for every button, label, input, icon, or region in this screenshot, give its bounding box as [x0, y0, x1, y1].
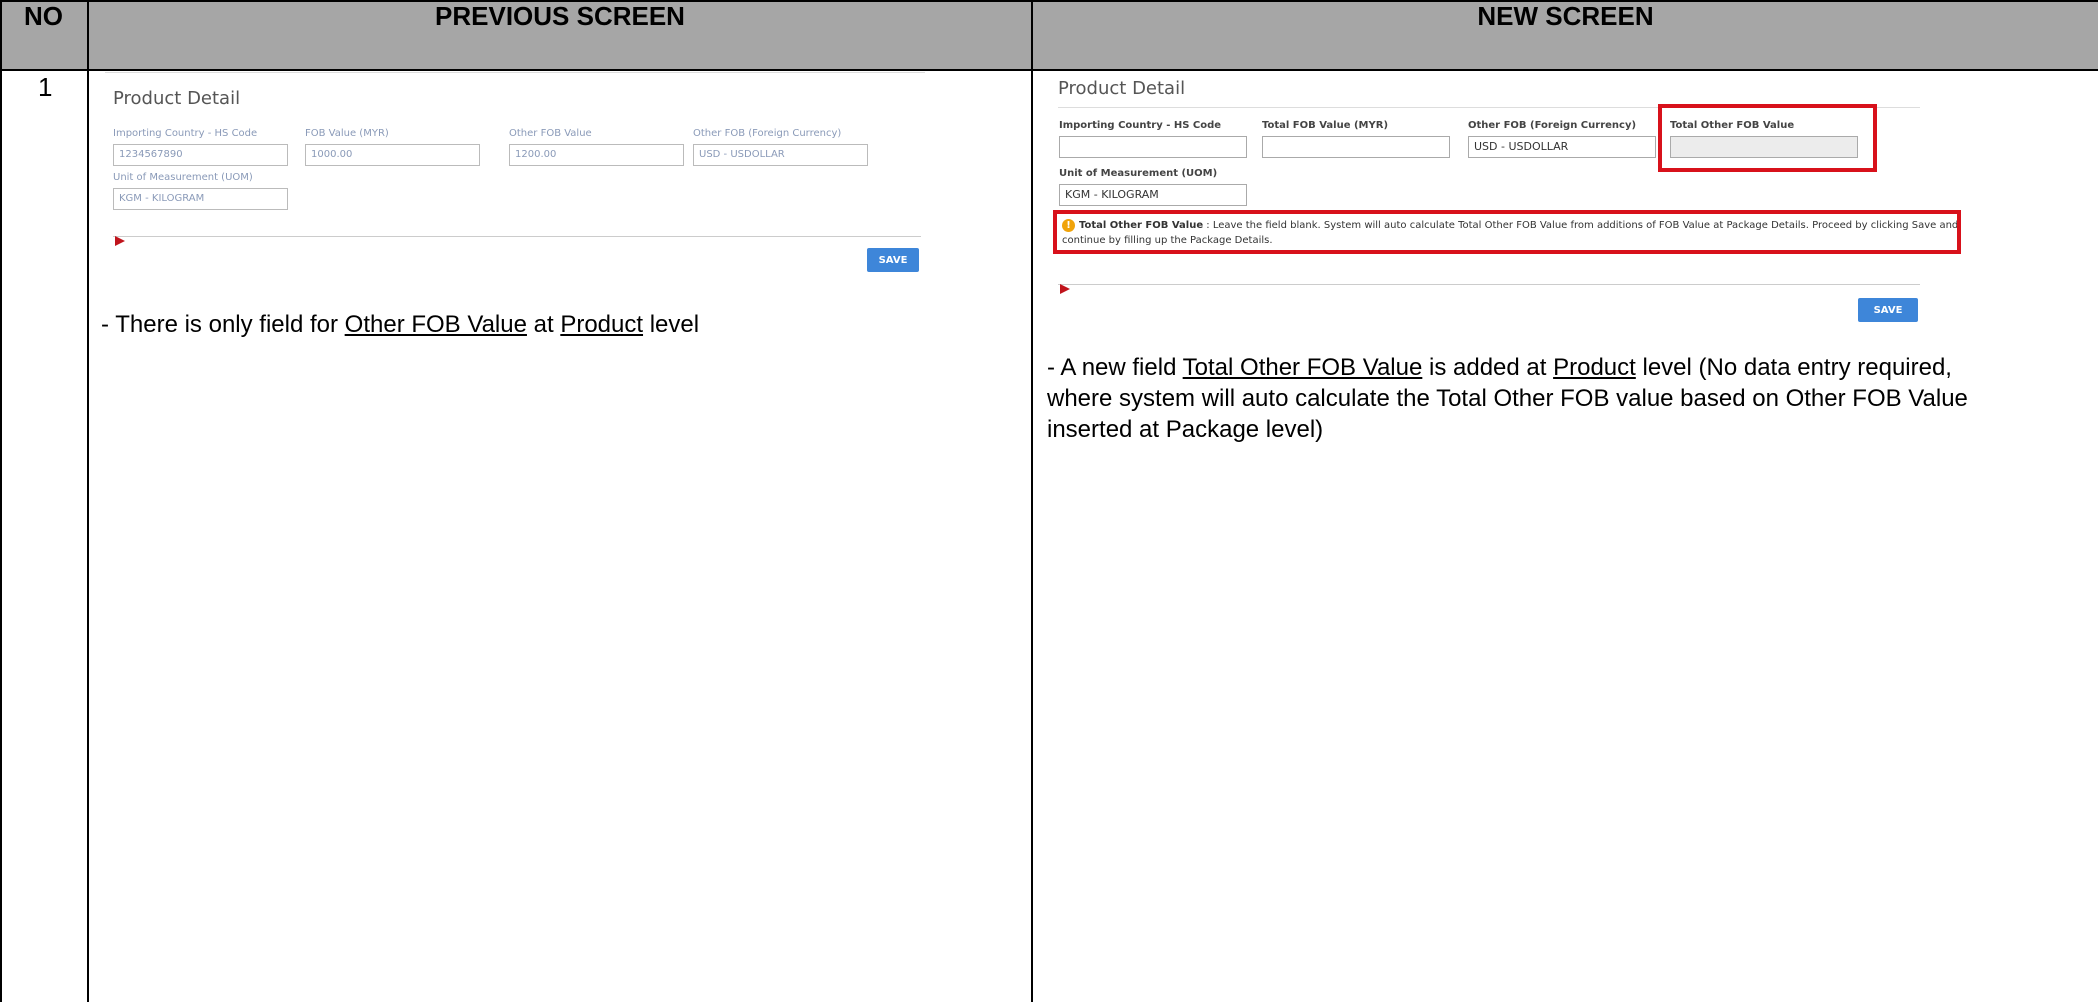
desc-line3: inserted at Package level): [1047, 416, 1324, 443]
hs-code-input[interactable]: [1059, 136, 1247, 158]
previous-description: - There is only field for Other FOB Valu…: [101, 309, 1011, 340]
desc-term-total-other-fob: Total Other FOB Value: [1182, 354, 1423, 381]
red-flag-icon: [1060, 284, 1070, 294]
desc-line2: where system will auto calculate the Tot…: [1047, 385, 1968, 412]
header-previous-label: PREVIOUS SCREEN: [435, 1, 685, 31]
panel-separator: [113, 236, 921, 237]
new-description: - A new field Total Other FOB Value is a…: [1047, 352, 2092, 445]
header-new: NEW SCREEN: [1033, 0, 2098, 69]
table-left-border: [0, 0, 2, 1002]
hs-code-label: Importing Country - HS Code: [113, 128, 258, 139]
column-divider-1: [87, 0, 89, 1002]
desc-mid: is added at: [1422, 354, 1554, 381]
previous-product-detail-panel: Product Detail Importing Country - HS Co…: [105, 72, 925, 282]
currency-select[interactable]: USD - USDOLLAR: [693, 144, 868, 166]
currency-label: Other FOB (Foreign Currency): [693, 128, 842, 139]
desc-term-product: Product: [560, 311, 644, 338]
uom-select[interactable]: KGM - KILOGRAM: [1059, 184, 1247, 206]
desc-suffix: level: [643, 311, 700, 338]
column-divider-2: [1031, 0, 1033, 1002]
fob-value-input[interactable]: 1000.00: [305, 144, 480, 166]
highlight-total-other-fob-field: [1658, 104, 1877, 172]
currency-select[interactable]: USD - USDOLLAR: [1468, 136, 1656, 158]
currency-label: Other FOB (Foreign Currency): [1468, 120, 1637, 131]
total-fob-value-input[interactable]: [1262, 136, 1450, 158]
uom-label: Unit of Measurement (UOM): [1059, 168, 1218, 179]
other-fob-value-input[interactable]: 1200.00: [509, 144, 684, 166]
panel-separator: [1058, 284, 1920, 285]
desc-mid: at: [526, 311, 561, 338]
panel-title: Product Detail: [1058, 78, 1186, 99]
save-button[interactable]: SAVE: [1858, 298, 1918, 322]
panel-top-line: [105, 72, 925, 73]
red-flag-icon: [115, 236, 125, 246]
comparison-table: NO PREVIOUS SCREEN NEW SCREEN 1 Product …: [0, 0, 2098, 1002]
save-button[interactable]: SAVE: [867, 248, 919, 272]
hs-code-input[interactable]: 1234567890: [113, 144, 288, 166]
new-product-detail-panel: Product Detail Importing Country - HS Co…: [1050, 72, 2070, 332]
fob-value-label: FOB Value (MYR): [305, 128, 389, 139]
highlight-info-note: [1053, 210, 1961, 254]
desc-prefix: - There is only field for: [101, 311, 345, 338]
row-number: 1: [38, 72, 53, 102]
other-fob-value-label: Other FOB Value: [509, 128, 592, 139]
header-previous: PREVIOUS SCREEN: [89, 0, 1031, 69]
desc-line1-suffix: level (No data entry required,: [1635, 354, 1952, 381]
table-top-border: [0, 0, 2098, 2]
panel-title: Product Detail: [113, 88, 241, 109]
uom-select[interactable]: KGM - KILOGRAM: [113, 188, 288, 210]
header-new-label: NEW SCREEN: [1477, 1, 1654, 31]
uom-label: Unit of Measurement (UOM): [113, 172, 253, 183]
total-fob-value-label: Total FOB Value (MYR): [1262, 120, 1389, 131]
header-no: NO: [0, 0, 87, 69]
desc-prefix: - A new field: [1047, 354, 1183, 381]
header-no-label: NO: [24, 1, 63, 31]
desc-term-product: Product: [1553, 354, 1636, 381]
header-bottom-border: [0, 69, 2098, 71]
desc-term-other-fob: Other FOB Value: [344, 311, 527, 338]
hs-code-label: Importing Country - HS Code: [1059, 120, 1222, 131]
